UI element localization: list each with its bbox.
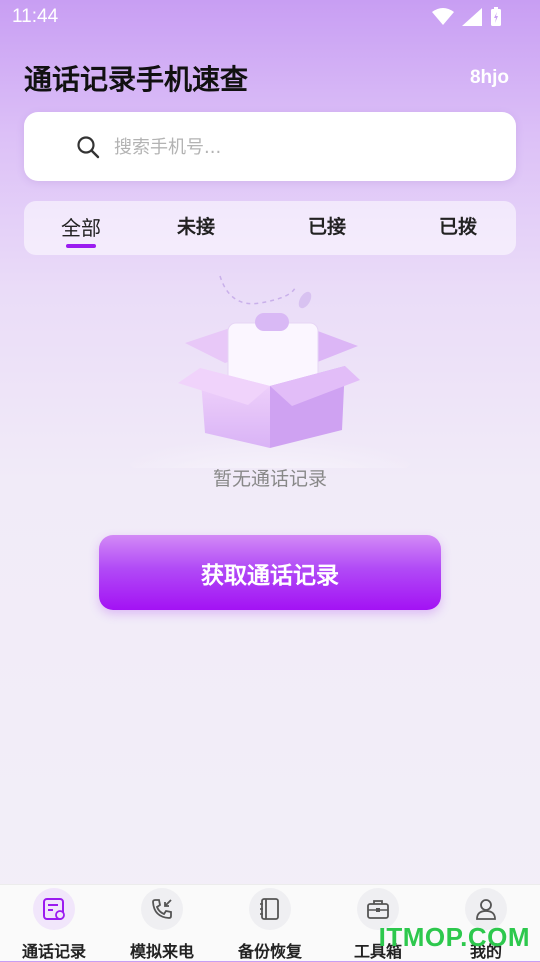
nav-item-simulated-call[interactable]: 模拟来电	[108, 885, 216, 961]
wifi-icon	[432, 8, 454, 30]
watermark: ITMOP.COM	[378, 922, 530, 952]
status-icons	[432, 7, 502, 31]
incoming-call-icon	[141, 888, 183, 930]
battery-charging-icon	[490, 7, 502, 31]
nav-item-call-log[interactable]: 通话记录	[0, 885, 108, 961]
notebook-icon	[249, 888, 291, 930]
empty-state-message: 暂无通话记录	[212, 468, 327, 490]
call-filter-tabs: 全部 未接 已接 已拨	[24, 201, 516, 255]
nav-item-backup-restore[interactable]: 备份恢复	[216, 885, 324, 961]
nav-label: 通话记录	[21, 942, 86, 961]
tab-active-indicator	[66, 244, 96, 248]
tab-received[interactable]: 已接	[267, 212, 387, 239]
fetch-call-records-button[interactable]: 获取通话记录	[99, 535, 441, 610]
search-icon	[76, 135, 100, 163]
status-time: 11:44	[12, 6, 59, 27]
page-title: 通话记录手机速查	[24, 63, 249, 96]
nav-label: 模拟来电	[129, 942, 194, 961]
search-input[interactable]	[112, 126, 516, 168]
tab-all[interactable]: 全部	[21, 212, 141, 241]
nav-label: 备份恢复	[237, 942, 302, 961]
call-log-icon	[33, 888, 75, 930]
signal-icon	[462, 8, 482, 30]
status-bar: 11:44	[0, 0, 540, 36]
tab-missed[interactable]: 未接	[136, 212, 256, 239]
user-id[interactable]: 8hjo	[470, 67, 509, 89]
tab-dialed[interactable]: 已拨	[398, 212, 518, 239]
empty-box-icon	[120, 268, 420, 498]
search-box[interactable]	[24, 112, 516, 181]
